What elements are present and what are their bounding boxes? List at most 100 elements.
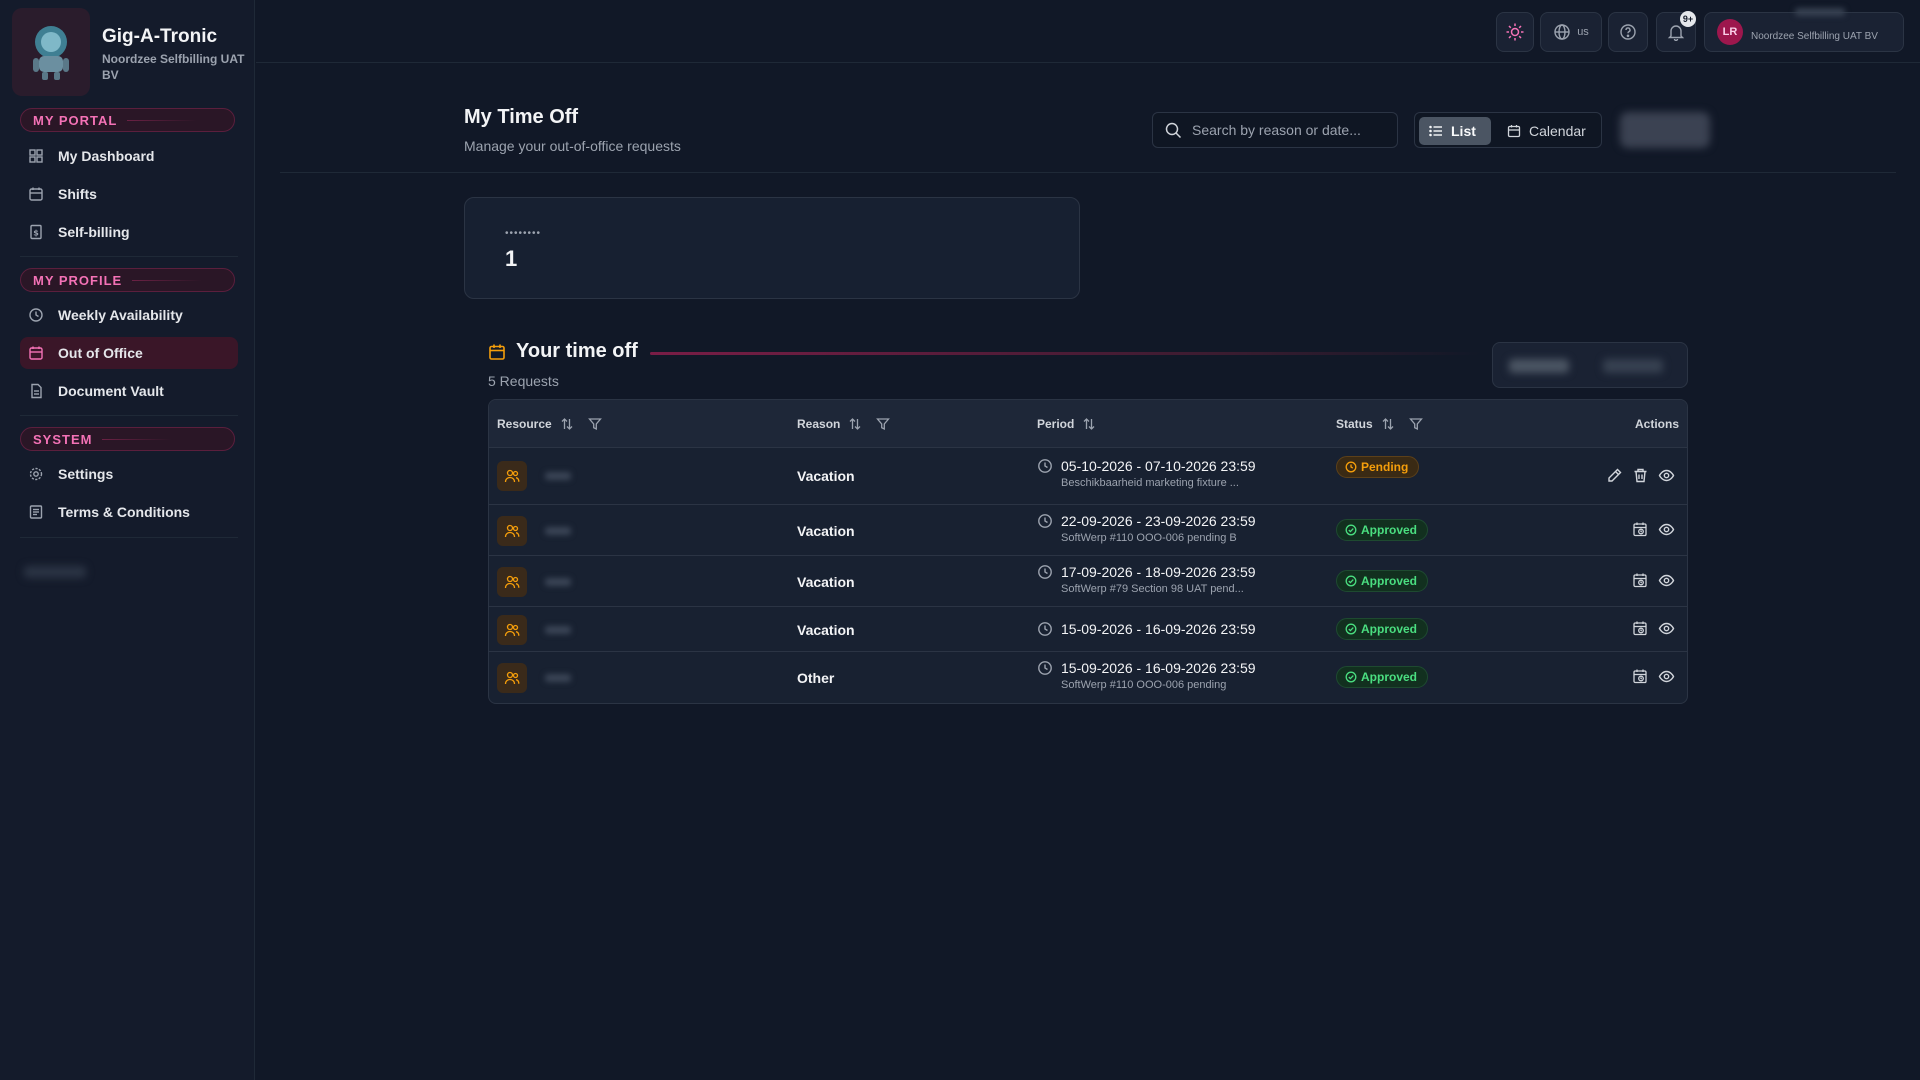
calendar-clock-icon[interactable] (1632, 521, 1649, 538)
sidebar-item-out-of-office[interactable]: Out of Office (20, 337, 238, 369)
eye-icon[interactable] (1658, 620, 1675, 637)
table-row[interactable]: Vacation 17-09-2026 - 18-09-2026 23:59 S… (489, 556, 1687, 607)
reason-cell: Other (797, 670, 835, 686)
request-count: 5 Requests (488, 373, 559, 389)
robot-logo-icon (33, 26, 69, 80)
column-actions: Actions (1635, 400, 1679, 448)
period-note: SoftWerp #110 OOO-006 pending (1061, 679, 1227, 691)
calendar-clock-icon[interactable] (1632, 572, 1649, 589)
new-request-button[interactable] (1620, 112, 1710, 148)
language-button[interactable]: us (1540, 12, 1602, 52)
dashboard-icon (26, 146, 46, 166)
clock-icon (1037, 564, 1053, 580)
eye-icon[interactable] (1658, 521, 1675, 538)
period-cell: 15-09-2026 - 16-09-2026 23:59 SoftWerp #… (1037, 660, 1256, 691)
table-row[interactable]: Vacation 22-09-2026 - 23-09-2026 23:59 S… (489, 505, 1687, 556)
sidebar-item-document-vault[interactable]: Document Vault (20, 375, 238, 407)
calendar-icon (26, 184, 46, 204)
notifications-button[interactable]: 9+ (1656, 11, 1696, 52)
row-actions (1632, 620, 1675, 637)
calendar-clock-icon[interactable] (1632, 668, 1649, 685)
search-icon (1165, 122, 1182, 138)
table-header: Resource Reason Period Status Actions (489, 400, 1687, 448)
view-toggle: List Calendar (1414, 112, 1602, 148)
calendar-clock-icon[interactable] (1632, 620, 1649, 637)
calendar-view-button[interactable]: Calendar (1497, 117, 1597, 145)
check-circle-icon (1345, 524, 1357, 536)
language-code: us (1577, 26, 1589, 38)
eye-icon[interactable] (1658, 668, 1675, 685)
table-row[interactable]: Vacation 15-09-2026 - 16-09-2026 23:59 A… (489, 607, 1687, 652)
time-off-table: Resource Reason Period Status Actions Va… (488, 399, 1688, 704)
reason-cell: Vacation (797, 523, 855, 539)
filter-icon[interactable] (587, 417, 602, 431)
theme-toggle-button[interactable] (1496, 12, 1534, 52)
eye-icon[interactable] (1658, 467, 1675, 484)
sidebar-divider (20, 537, 238, 538)
sidebar-item-label: Shifts (58, 186, 97, 202)
edit-icon[interactable] (1606, 467, 1623, 484)
status-text: Approved (1361, 574, 1418, 588)
period-cell: 15-09-2026 - 16-09-2026 23:59 (1037, 621, 1256, 637)
sidebar-item-weekly-availability[interactable]: Weekly Availability (20, 299, 238, 331)
section-header: Your time off (488, 340, 638, 363)
table-row[interactable]: Vacation 05-10-2026 - 07-10-2026 23:59 B… (489, 448, 1687, 505)
status-badge: Approved (1336, 618, 1429, 640)
sidebar-item-my-dashboard[interactable]: My Dashboard (20, 140, 238, 172)
sort-icon[interactable] (848, 417, 862, 431)
search-box (1152, 112, 1398, 148)
sort-icon[interactable] (1082, 417, 1096, 431)
sort-icon[interactable] (1381, 417, 1395, 431)
status-text: Approved (1361, 523, 1418, 537)
filter-icon[interactable] (876, 417, 891, 431)
users-icon (497, 516, 527, 546)
section-system: SYSTEM (20, 427, 235, 451)
sidebar-item-label: Terms & Conditions (58, 504, 190, 520)
blurred-user-item[interactable] (24, 566, 86, 578)
filter-icon[interactable] (1408, 417, 1423, 431)
trash-icon[interactable] (1632, 467, 1649, 484)
status-badge: Approved (1336, 570, 1429, 592)
sidebar: Gig-A-Tronic Noordzee Selfbilling UAT BV… (0, 0, 255, 1080)
help-button[interactable] (1608, 12, 1648, 52)
status-text: Approved (1361, 670, 1418, 684)
brand-title: Gig-A-Tronic (102, 26, 218, 47)
search-input[interactable] (1192, 122, 1397, 138)
sidebar-item-label: Out of Office (58, 345, 143, 361)
period-note: Beschikbaarheid marketing fixture ... (1061, 477, 1239, 489)
sidebar-item-label: Settings (58, 466, 114, 482)
sidebar-item-settings[interactable]: Settings (20, 458, 238, 490)
sidebar-divider (20, 415, 238, 416)
status-badge: Approved (1336, 666, 1429, 688)
user-menu-button[interactable]: LR Noordzee Selfbilling UAT BV (1704, 8, 1904, 52)
bell-icon (1667, 25, 1685, 41)
table-tools[interactable] (1492, 342, 1688, 388)
row-actions (1606, 467, 1675, 484)
column-label: Actions (1634, 417, 1679, 431)
status-badge: Approved (1336, 519, 1429, 541)
column-label: Resource (497, 417, 552, 431)
terms-icon (26, 502, 46, 522)
sidebar-item-terms[interactable]: Terms & Conditions (20, 496, 238, 528)
brand-logo[interactable] (12, 8, 90, 96)
sidebar-item-label: Document Vault (58, 383, 164, 399)
clock-icon (1345, 461, 1357, 473)
section-label: MY PORTAL (33, 112, 118, 128)
section-accent-line (650, 352, 1480, 355)
column-label: Period (1037, 417, 1075, 431)
resource-name (545, 626, 571, 634)
svg-text:$: $ (33, 229, 39, 238)
table-row[interactable]: Other 15-09-2026 - 16-09-2026 23:59 Soft… (489, 652, 1687, 703)
globe-icon (1554, 24, 1570, 40)
column-resource: Resource (497, 400, 602, 448)
period-range: 17-09-2026 - 18-09-2026 23:59 (1061, 564, 1256, 580)
sidebar-item-shifts[interactable]: Shifts (20, 178, 238, 210)
column-label: Reason (797, 417, 841, 431)
list-view-button[interactable]: List (1419, 117, 1491, 145)
sort-icon[interactable] (560, 417, 574, 431)
sidebar-item-self-billing[interactable]: $ Self-billing (20, 216, 238, 248)
clock-icon (1037, 621, 1053, 637)
eye-icon[interactable] (1658, 572, 1675, 589)
row-actions (1632, 572, 1675, 589)
resource-name (545, 674, 571, 682)
